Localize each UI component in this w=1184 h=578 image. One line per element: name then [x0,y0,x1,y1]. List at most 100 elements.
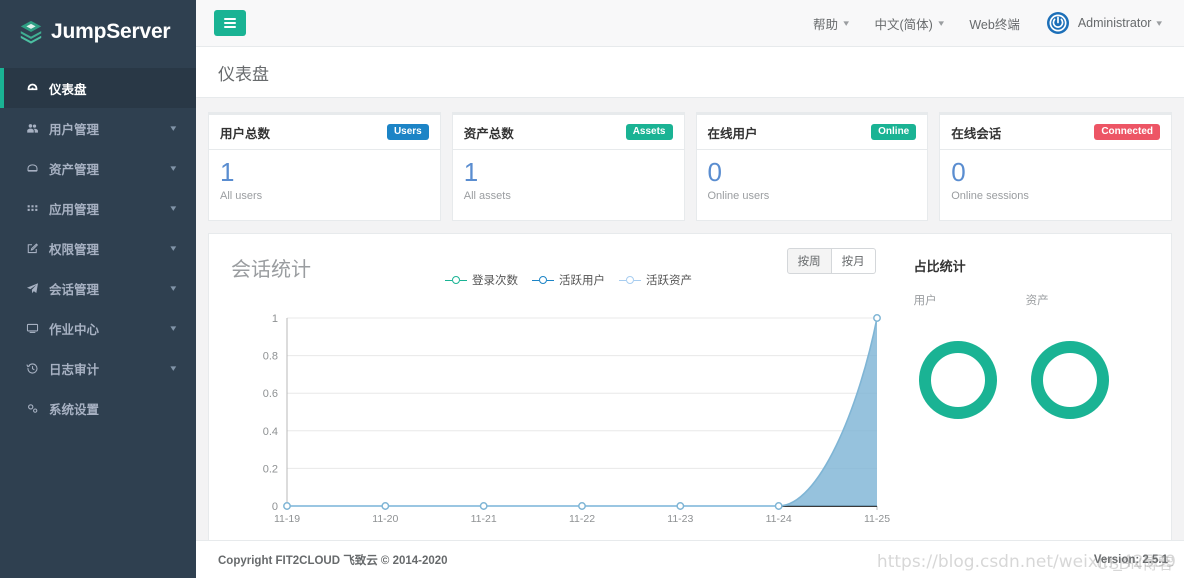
stat-card-total-assets: 资产总数 Assets 1 All assets [451,112,685,221]
chevron-down-icon: ▾ [170,322,177,333]
sidebar-item-asset-management[interactable]: 资产管理 ▾ [0,148,196,188]
chevron-down-icon: ▾ [170,202,177,213]
legend-label: 活跃用户 [559,275,605,287]
stat-card-online-sessions: 在线会话 Connected 0 Online sessions [939,112,1172,221]
card-title: 用户总数 [220,126,271,141]
svg-text:11-25: 11-25 [864,513,890,525]
chevron-down-icon: ▾ [1156,17,1163,28]
stat-card-total-users: 用户总数 Users 1 All users [208,112,441,221]
users-icon [24,122,40,135]
power-user-icon [1046,11,1070,35]
status-badge: Online [871,124,917,140]
legend-item-logins[interactable]: 登录次数 [445,272,518,288]
permission-icon [24,242,40,255]
sidebar-item-system-settings[interactable]: 系统设置 [0,388,196,428]
legend-label: 活跃资产 [646,275,692,287]
svg-text:0.2: 0.2 [263,463,278,475]
svg-text:11-21: 11-21 [471,513,497,525]
card-body: 1 All users [209,150,440,202]
hamburger-icon [224,16,236,30]
jumpserver-stack-logo-icon [18,19,44,45]
help-menu[interactable]: 帮助 ▾ [813,14,849,33]
donut-label-assets: 资产 [1025,295,1049,307]
card-subtitle: Online users [707,190,770,203]
chevron-down-icon: ▾ [170,282,177,293]
card-subtitle: All assets [463,190,511,203]
session-statistics-panel: 会话统计 登录次数 活跃用户 活跃资产 按周 按月 0 0.2 0.4 0.6 … [208,233,1172,563]
card-header: 资产总数 Assets [452,115,684,150]
period-toggle-group: 按周 按月 [786,248,876,274]
stat-card-online-users: 在线用户 Online 0 Online users [695,112,929,221]
jumpserver-dashboard: JumpServer 仪表盘 用户管理 ▾ 资产管理 ▾ 应用管理 ▾ 权限管理… [0,0,1184,578]
chevron-down-icon: ▾ [170,242,177,253]
user-menu[interactable]: Administrator ▾ [1046,11,1163,35]
card-value: 0 [707,157,722,187]
donut-chart-assets[interactable] [1026,336,1138,429]
help-label: 帮助 [812,17,838,32]
svg-text:0.4: 0.4 [263,426,278,438]
session-line-chart[interactable]: 0 0.2 0.4 0.6 0.8 1 11-19 11-20 11-21 11-22 11-23 1… [209,310,909,562]
chevron-down-icon: ▾ [170,362,177,373]
status-badge: Users [386,124,429,140]
legend-item-active-assets[interactable]: 活跃资产 [619,272,692,288]
dashboard-icon [24,82,40,95]
card-subtitle: All users [220,190,263,203]
card-header: 用户总数 Users [209,115,440,150]
menu-toggle-button[interactable] [214,10,246,36]
terminal-icon [24,322,40,335]
donut-labels-row: 用户 资产 [914,292,1171,308]
chart-legend: 登录次数 活跃用户 活跃资产 [445,272,692,288]
sidebar-item-log-audit[interactable]: 日志审计 ▾ [0,348,196,388]
sidebar-item-label: 仪表盘 [49,82,87,97]
card-title: 在线用户 [707,126,758,141]
svg-text:0: 0 [272,501,278,513]
card-title: 资产总数 [463,126,514,141]
sidebar-item-session-management[interactable]: 会话管理 ▾ [0,268,196,308]
period-button-month[interactable]: 按月 [831,248,876,274]
sidebar-item-user-management[interactable]: 用户管理 ▾ [0,108,196,148]
sidebar-item-label: 会话管理 [49,282,100,297]
legend-symbol-icon [619,276,641,284]
session-chart-column: 会话统计 登录次数 活跃用户 活跃资产 按周 按月 0 0.2 0.4 0.6 … [209,234,892,562]
sidebar-item-application-management[interactable]: 应用管理 ▾ [0,188,196,228]
legend-label: 登录次数 [472,275,518,287]
svg-text:11-24: 11-24 [766,513,792,525]
language-menu[interactable]: 中文(简体) ▾ [874,14,943,33]
footer: Copyright FIT2CLOUD 飞致云 © 2014-2020 Vers… [196,540,1184,578]
topbar: 帮助 ▾ 中文(简体) ▾ Web终端 Administrator ▾ [196,0,1184,47]
gears-icon [24,402,40,415]
web-terminal-link[interactable]: Web终端 [969,14,1019,33]
assets-icon [24,162,40,175]
svg-text:11-23: 11-23 [667,513,693,525]
status-badge: Connected [1094,124,1160,140]
sidebar-item-label: 资产管理 [49,162,100,177]
card-value: 1 [463,157,479,187]
card-subtitle: Online sessions [951,190,1029,203]
svg-text:11-19: 11-19 [274,513,300,525]
sidebar-item-label: 作业中心 [49,322,100,337]
svg-text:11-20: 11-20 [372,513,398,525]
sidebar-item-job-center[interactable]: 作业中心 ▾ [0,308,196,348]
period-button-week[interactable]: 按周 [786,248,832,274]
apps-grid-icon [24,202,40,215]
legend-symbol-icon [445,276,467,284]
sidebar-item-dashboard[interactable]: 仪表盘 [0,68,196,108]
card-value: 1 [220,157,235,187]
sidebar-item-label: 系统设置 [49,402,100,417]
card-title: 在线会话 [951,126,1002,141]
web-terminal-label: Web终端 [969,17,1020,32]
stat-cards-row: 用户总数 Users 1 All users 资产总数 Assets 1 All… [208,112,1172,221]
brand-logo[interactable]: JumpServer [0,0,196,64]
donut-chart-users[interactable] [914,336,1026,429]
sidebar-item-permission-management[interactable]: 权限管理 ▾ [0,228,196,268]
status-badge: Assets [625,124,673,140]
main-content: 用户总数 Users 1 All users 资产总数 Assets 1 All… [196,98,1184,578]
legend-item-active-users[interactable]: 活跃用户 [532,272,605,288]
chevron-down-icon: ▾ [170,162,177,173]
card-body: 0 Online users [697,150,928,202]
svg-text:1: 1 [272,313,278,325]
sidebar-item-label: 日志审计 [49,362,100,377]
card-value: 0 [951,157,966,187]
card-body: 0 Online sessions [940,150,1171,202]
sidebar-item-label: 用户管理 [49,122,100,137]
